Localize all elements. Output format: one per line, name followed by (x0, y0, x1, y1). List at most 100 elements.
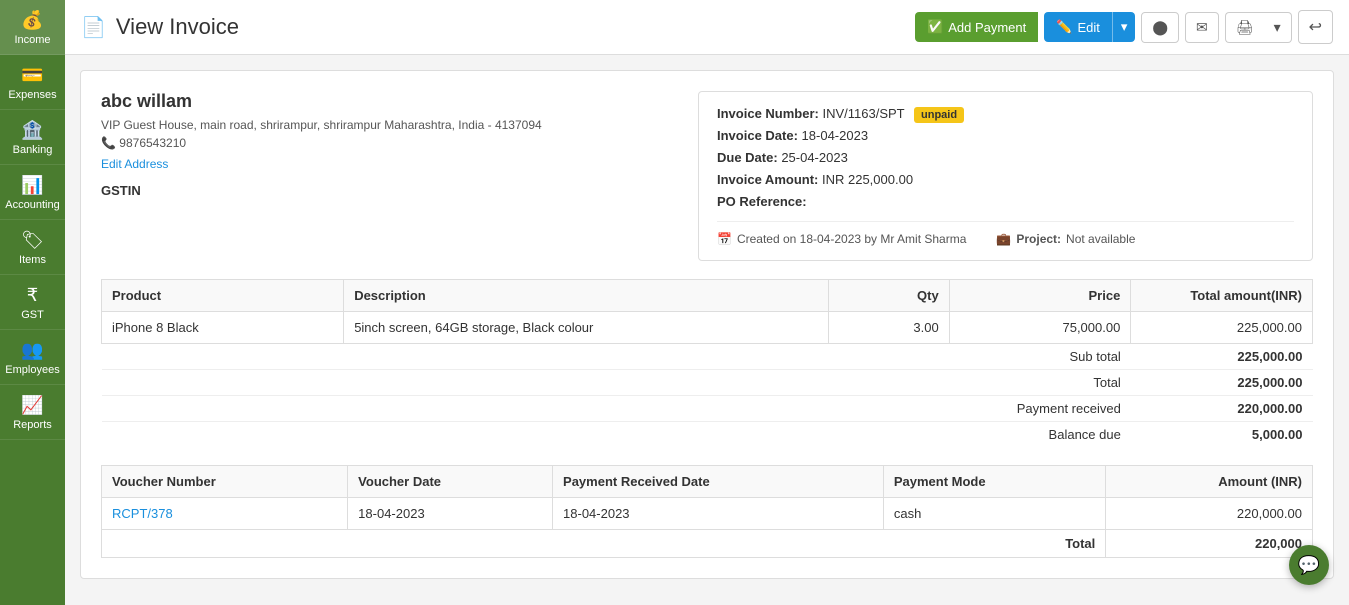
cell-voucher-number[interactable]: RCPT/378 (102, 498, 348, 530)
invoice-meta: Invoice Number: INV/1163/SPT unpaid Invo… (698, 91, 1313, 261)
content-area: abc willam VIP Guest House, main road, s… (65, 55, 1349, 605)
edit-btn-group: ✏️ Edit ▾ (1044, 12, 1135, 42)
edit-dropdown-button[interactable]: ▾ (1112, 12, 1136, 42)
sidebar-item-accounting[interactable]: 📊 Accounting (0, 165, 65, 220)
sidebar: 💰 Income 💳 Expenses 🏦 Banking 📊 Accounti… (0, 0, 65, 605)
total-label: Total (102, 370, 1131, 396)
sidebar-item-income[interactable]: 💰 Income (0, 0, 65, 55)
sidebar-item-label: Expenses (8, 89, 56, 101)
calendar-icon: 📅 (717, 232, 732, 246)
due-date-row: Due Date: 25-04-2023 (717, 150, 1294, 165)
unpaid-badge: unpaid (914, 107, 964, 123)
sidebar-item-label: Accounting (5, 199, 59, 211)
product-table: Product Description Qty Price Total amou… (101, 279, 1313, 447)
gstin-label: GSTIN (101, 183, 678, 198)
sidebar-item-label: Employees (5, 364, 59, 376)
cell-price: 75,000.00 (949, 312, 1131, 344)
col-description: Description (344, 280, 828, 312)
chat-bubble[interactable]: 💬 (1289, 545, 1329, 585)
col-voucher-number: Voucher Number (102, 466, 348, 498)
sidebar-item-label: Reports (13, 419, 52, 431)
invoice-card: abc willam VIP Guest House, main road, s… (80, 70, 1334, 579)
edit-address-link[interactable]: Edit Address (101, 157, 168, 171)
sub-total-value: 225,000.00 (1131, 344, 1313, 370)
sidebar-item-items[interactable]: 🏷 Items (0, 220, 65, 275)
sidebar-item-expenses[interactable]: 💳 Expenses (0, 55, 65, 110)
created-info: 📅 Created on 18-04-2023 by Mr Amit Sharm… (717, 232, 966, 246)
table-row: iPhone 8 Black 5inch screen, 64GB storag… (102, 312, 1313, 344)
client-address: VIP Guest House, main road, shrirampur, … (101, 118, 678, 132)
accounting-icon: 📊 (21, 175, 43, 196)
header-left: 📄 View Invoice (81, 14, 239, 40)
add-payment-btn-group: ✅ Add Payment (915, 12, 1038, 42)
items-icon: 🏷 (21, 230, 44, 251)
col-qty: Qty (828, 280, 949, 312)
add-payment-icon: ✅ (927, 19, 943, 35)
reports-icon: 📈 (21, 395, 43, 416)
sub-total-label: Sub total (102, 344, 1131, 370)
project-info: 💼 Project: Not available (996, 232, 1135, 246)
col-amount: Amount (INR) (1106, 466, 1313, 498)
sidebar-item-gst[interactable]: ₹ GST (0, 275, 65, 330)
invoice-top: abc willam VIP Guest House, main road, s… (101, 91, 1313, 261)
add-payment-button[interactable]: ✅ Add Payment (915, 12, 1038, 42)
print-button[interactable]: 🖨 (1225, 12, 1264, 43)
balance-due-label: Balance due (102, 422, 1131, 448)
client-info: abc willam VIP Guest House, main road, s… (101, 91, 678, 261)
sidebar-item-label: GST (21, 309, 44, 321)
header-actions: ✅ Add Payment ✏️ Edit ▾ ⬤ ✉ 🖨 ▾ ↩ (915, 10, 1333, 44)
sidebar-item-label: Items (19, 254, 46, 266)
voucher-total-label: Total (102, 530, 1106, 558)
banking-icon: 🏦 (21, 120, 43, 141)
edit-icon: ✏️ (1056, 19, 1072, 35)
cell-qty: 3.00 (828, 312, 949, 344)
col-voucher-date: Voucher Date (348, 466, 553, 498)
invoice-date-row: Invoice Date: 18-04-2023 (717, 128, 1294, 143)
sidebar-item-label: Income (14, 34, 50, 46)
sidebar-item-employees[interactable]: 👥 Employees (0, 330, 65, 385)
created-bar: 📅 Created on 18-04-2023 by Mr Amit Sharm… (717, 221, 1294, 246)
balance-due-value: 5,000.00 (1131, 422, 1313, 448)
page-icon: 📄 (81, 15, 106, 40)
voucher-total-value: 220,000 (1106, 530, 1313, 558)
sidebar-item-banking[interactable]: 🏦 Banking (0, 110, 65, 165)
sidebar-item-label: Banking (13, 144, 53, 156)
payment-received-label: Payment received (102, 396, 1131, 422)
header: 📄 View Invoice ✅ Add Payment ✏️ Edit ▾ ⬤ (65, 0, 1349, 55)
cell-total: 225,000.00 (1131, 312, 1313, 344)
client-name: abc willam (101, 91, 678, 112)
page-title: View Invoice (116, 14, 239, 40)
income-icon: 💰 (21, 10, 43, 31)
employees-icon: 👥 (21, 340, 43, 361)
col-payment-mode: Payment Mode (883, 466, 1105, 498)
print-btn-group: 🖨 ▾ (1225, 12, 1292, 43)
cell-product: iPhone 8 Black (102, 312, 344, 344)
print-dropdown-button[interactable]: ▾ (1264, 12, 1292, 43)
expenses-icon: 💳 (21, 65, 43, 86)
gst-icon: ₹ (27, 285, 38, 306)
list-item: RCPT/378 18-04-2023 18-04-2023 cash 220,… (102, 498, 1313, 530)
voucher-table: Voucher Number Voucher Date Payment Rece… (101, 465, 1313, 558)
main-area: 📄 View Invoice ✅ Add Payment ✏️ Edit ▾ ⬤ (65, 0, 1349, 605)
col-payment-received-date: Payment Received Date (553, 466, 884, 498)
edit-button[interactable]: ✏️ Edit (1044, 12, 1112, 42)
po-reference-row: PO Reference: (717, 194, 1294, 209)
invoice-amount-row: Invoice Amount: INR 225,000.00 (717, 172, 1294, 187)
col-price: Price (949, 280, 1131, 312)
cell-amount: 220,000.00 (1106, 498, 1313, 530)
cell-description: 5inch screen, 64GB storage, Black colour (344, 312, 828, 344)
invoice-number-row: Invoice Number: INV/1163/SPT unpaid (717, 106, 1294, 121)
sidebar-item-reports[interactable]: 📈 Reports (0, 385, 65, 440)
col-total: Total amount(INR) (1131, 280, 1313, 312)
phone-icon: 📞 (101, 136, 116, 150)
col-product: Product (102, 280, 344, 312)
cell-voucher-date: 18-04-2023 (348, 498, 553, 530)
cell-payment-mode: cash (883, 498, 1105, 530)
email-button[interactable]: ✉ (1185, 12, 1219, 43)
briefcase-icon: 💼 (996, 232, 1011, 246)
total-value: 225,000.00 (1131, 370, 1313, 396)
payment-received-value: 220,000.00 (1131, 396, 1313, 422)
back-button[interactable]: ↩ (1298, 10, 1333, 44)
toggle-button[interactable]: ⬤ (1141, 12, 1179, 43)
cell-payment-received-date: 18-04-2023 (553, 498, 884, 530)
